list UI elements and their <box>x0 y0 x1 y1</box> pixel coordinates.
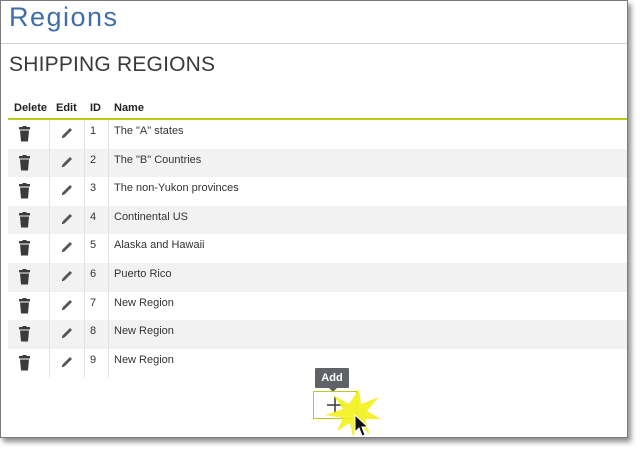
table-row: 3 The non-Yukon provinces <box>8 177 627 206</box>
column-divider <box>49 148 50 178</box>
column-divider <box>108 148 109 178</box>
table-row: 6 Puerto Rico <box>8 262 627 292</box>
column-divider <box>49 177 50 206</box>
pencil-icon[interactable] <box>60 155 74 172</box>
column-divider <box>84 120 85 149</box>
table-body: 1 The "A" states 2 The "B" Countries 3 The no… <box>8 120 627 378</box>
trash-icon[interactable] <box>18 297 31 317</box>
header-delete[interactable]: Delete <box>14 102 47 114</box>
column-divider <box>108 320 109 349</box>
table-row: 5 Alaska and Hawaii <box>8 234 627 263</box>
column-divider <box>84 148 85 178</box>
title-divider <box>1 43 627 44</box>
header-id[interactable]: ID <box>90 102 101 114</box>
regions-table: Delete Edit ID Name 1 The "A" states 2 The … <box>8 98 627 378</box>
column-divider <box>108 120 109 149</box>
column-divider <box>84 291 85 321</box>
table-header: Delete Edit ID Name <box>8 98 627 120</box>
pencil-icon[interactable] <box>60 326 74 343</box>
row-id: 9 <box>90 353 97 366</box>
column-divider <box>49 234 50 263</box>
row-id: 5 <box>90 239 97 252</box>
trash-icon[interactable] <box>18 211 31 231</box>
regions-window: Regions SHIPPING REGIONS Delete Edit ID … <box>0 0 628 438</box>
column-divider <box>108 262 109 292</box>
row-name: Continental US <box>114 210 188 223</box>
pencil-icon[interactable] <box>60 269 74 286</box>
column-divider <box>84 262 85 292</box>
row-id: 4 <box>90 210 97 223</box>
pencil-icon[interactable] <box>60 240 74 257</box>
column-divider <box>49 205 50 235</box>
table-row: 8 New Region <box>8 320 627 349</box>
column-divider <box>108 291 109 321</box>
trash-icon[interactable] <box>18 183 31 202</box>
pencil-icon[interactable] <box>60 212 74 229</box>
column-divider <box>108 348 109 378</box>
pencil-icon[interactable] <box>60 126 74 143</box>
row-id: 2 <box>90 153 97 166</box>
column-divider <box>108 177 109 206</box>
column-divider <box>108 234 109 263</box>
row-id: 3 <box>90 182 97 195</box>
page-title: Regions <box>9 2 119 32</box>
row-name: The non-Yukon provinces <box>114 182 239 195</box>
column-divider <box>49 120 50 149</box>
column-divider <box>84 348 85 378</box>
table-row: 7 New Region <box>8 291 627 321</box>
header-name[interactable]: Name <box>114 102 144 114</box>
pencil-icon[interactable] <box>60 298 74 315</box>
pencil-icon[interactable] <box>60 355 74 372</box>
row-name: Puerto Rico <box>114 267 172 280</box>
row-name: New Region <box>114 325 174 338</box>
column-divider <box>84 205 85 235</box>
row-name: The "A" states <box>114 125 184 137</box>
row-id: 6 <box>90 267 97 280</box>
table-row: 1 The "A" states <box>8 120 627 149</box>
row-id: 8 <box>90 325 97 338</box>
column-divider <box>49 291 50 321</box>
header-edit[interactable]: Edit <box>56 102 77 114</box>
trash-icon[interactable] <box>18 240 31 259</box>
column-divider <box>108 205 109 235</box>
column-divider <box>84 320 85 349</box>
trash-icon[interactable] <box>18 154 31 174</box>
row-id: 1 <box>90 125 97 137</box>
row-name: New Region <box>114 353 174 366</box>
table-row: 4 Continental US <box>8 205 627 235</box>
column-divider <box>84 234 85 263</box>
row-name: New Region <box>114 296 174 309</box>
table-row: 2 The "B" Countries <box>8 148 627 178</box>
trash-icon[interactable] <box>18 326 31 345</box>
trash-icon[interactable] <box>18 126 31 145</box>
column-divider <box>49 348 50 378</box>
column-divider <box>49 262 50 292</box>
pencil-icon[interactable] <box>60 183 74 200</box>
add-tooltip: Add <box>315 368 349 392</box>
column-divider <box>84 177 85 206</box>
trash-icon[interactable] <box>18 354 31 374</box>
mouse-pointer-icon <box>354 414 370 437</box>
column-divider <box>49 320 50 349</box>
row-name: The "B" Countries <box>114 153 202 166</box>
row-name: Alaska and Hawaii <box>114 239 205 252</box>
click-highlight-icon <box>325 389 381 437</box>
trash-icon[interactable] <box>18 268 31 288</box>
section-title: SHIPPING REGIONS <box>9 53 216 76</box>
row-id: 7 <box>90 296 97 309</box>
